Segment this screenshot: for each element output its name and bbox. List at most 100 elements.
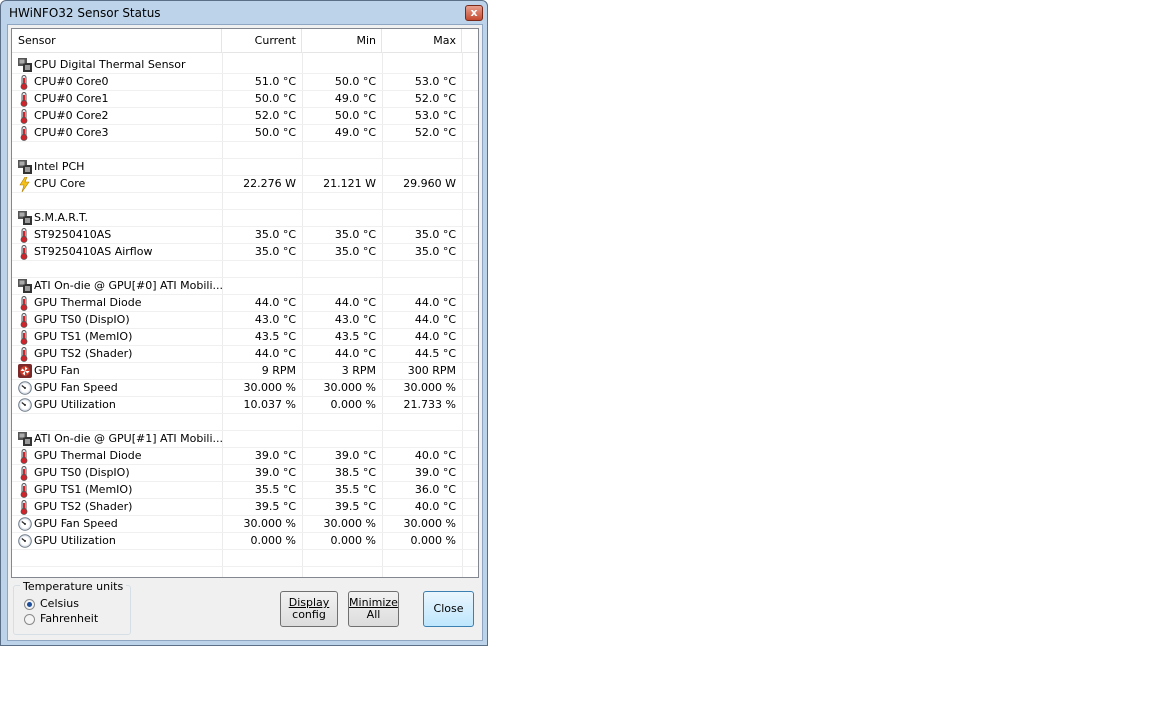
sensor-label: GPU TS2 (Shader) — [34, 500, 133, 513]
chip-icon — [18, 432, 32, 446]
column-header-sensor[interactable]: Sensor — [12, 29, 222, 52]
min-value: 39.5 °C — [334, 500, 376, 513]
sensor-reading-row[interactable]: GPU Fan Speed 30.000 % 30.000 % 30.000 % — [12, 516, 478, 533]
max-value: 29.960 W — [403, 177, 456, 190]
sensor-reading-row[interactable]: GPU TS0 (DispIO) 39.0 °C 38.5 °C 39.0 °C — [12, 465, 478, 482]
min-value: 35.5 °C — [334, 483, 376, 496]
title-bar[interactable]: HWiNFO32 Sensor Status x — [1, 1, 487, 25]
sensor-label: CPU#0 Core3 — [34, 126, 109, 139]
max-value: 35.0 °C — [414, 228, 456, 241]
min-value: 0.000 % — [330, 398, 376, 411]
gauge-icon — [18, 398, 32, 412]
sensor-reading-row[interactable]: GPU TS1 (MemIO) 35.5 °C 35.5 °C 36.0 °C — [12, 482, 478, 499]
sensor-reading-row[interactable]: CPU Core 22.276 W 21.121 W 29.960 W — [12, 176, 478, 193]
celsius-radio[interactable] — [24, 599, 35, 610]
chip-icon — [18, 279, 32, 293]
max-value: 53.0 °C — [414, 75, 456, 88]
sensor-reading-row[interactable]: GPU Fan 9 RPM 3 RPM 300 RPM — [12, 363, 478, 380]
thermometer-icon — [18, 92, 30, 107]
sensor-label: CPU#0 Core2 — [34, 109, 109, 122]
column-header-max[interactable]: Max — [382, 29, 462, 52]
sensor-list[interactable]: Sensor Current Min Max CPU Digital Therm… — [11, 28, 479, 578]
current-value: 9 RPM — [261, 364, 296, 377]
sensor-reading-row[interactable]: ST9250410AS Airflow 35.0 °C 35.0 °C 35.0 °C — [12, 244, 478, 261]
max-value: 35.0 °C — [414, 245, 456, 258]
sensor-reading-row[interactable]: CPU#0 Core3 50.0 °C 49.0 °C 52.0 °C — [12, 125, 478, 142]
fahrenheit-radio[interactable] — [24, 614, 35, 625]
sensor-group-row[interactable]: CPU Digital Thermal Sensor — [12, 57, 478, 74]
current-value: 43.5 °C — [254, 330, 296, 343]
sensor-reading-row[interactable]: ST9250410AS 35.0 °C 35.0 °C 35.0 °C — [12, 227, 478, 244]
celsius-label[interactable]: Celsius — [40, 597, 79, 610]
sensor-label: GPU TS2 (Shader) — [34, 347, 133, 360]
max-value: 300 RPM — [407, 364, 456, 377]
current-value: 0.000 % — [250, 534, 296, 547]
sensor-label: ST9250410AS — [34, 228, 112, 241]
sensor-label: GPU Utilization — [34, 534, 116, 547]
sensor-reading-row[interactable]: CPU#0 Core0 51.0 °C 50.0 °C 53.0 °C — [12, 74, 478, 91]
max-value: 39.0 °C — [414, 466, 456, 479]
close-button[interactable]: Close — [423, 591, 474, 627]
blank-row — [12, 142, 478, 159]
min-value: 39.0 °C — [334, 449, 376, 462]
sensor-label: GPU TS1 (MemIO) — [34, 330, 133, 343]
current-value: 50.0 °C — [254, 92, 296, 105]
max-value: 30.000 % — [403, 381, 456, 394]
sensor-label: GPU TS1 (MemIO) — [34, 483, 133, 496]
thermometer-icon — [18, 296, 30, 311]
sensor-label: GPU TS0 (DispIO) — [34, 466, 130, 479]
sensor-reading-row[interactable]: CPU#0 Core1 50.0 °C 49.0 °C 52.0 °C — [12, 91, 478, 108]
max-value: 21.733 % — [403, 398, 456, 411]
blank-row — [12, 193, 478, 210]
column-header-min[interactable]: Min — [302, 29, 382, 52]
min-value: 0.000 % — [330, 534, 376, 547]
max-value: 36.0 °C — [414, 483, 456, 496]
sensor-reading-row[interactable]: GPU TS2 (Shader) 39.5 °C 39.5 °C 40.0 °C — [12, 499, 478, 516]
min-value: 50.0 °C — [334, 109, 376, 122]
sensor-reading-row[interactable]: GPU Utilization 0.000 % 0.000 % 0.000 % — [12, 533, 478, 550]
sensor-reading-row[interactable]: GPU Fan Speed 30.000 % 30.000 % 30.000 % — [12, 380, 478, 397]
sensor-reading-row[interactable]: GPU Thermal Diode 39.0 °C 39.0 °C 40.0 °C — [12, 448, 478, 465]
min-value: 3 RPM — [341, 364, 376, 377]
sensor-label: CPU Core — [34, 177, 86, 190]
column-header-current[interactable]: Current — [222, 29, 302, 52]
sensor-reading-row[interactable]: CPU#0 Core2 52.0 °C 50.0 °C 53.0 °C — [12, 108, 478, 125]
sensor-label: GPU Fan Speed — [34, 381, 118, 394]
max-value: 44.5 °C — [414, 347, 456, 360]
sensor-reading-row[interactable]: GPU Utilization 10.037 % 0.000 % 21.733 % — [12, 397, 478, 414]
chip-icon — [18, 58, 32, 72]
current-value: 10.037 % — [243, 398, 296, 411]
temperature-units-title: Temperature units — [20, 580, 127, 593]
minimize-all-button[interactable]: Minimize All — [348, 591, 399, 627]
chip-icon — [18, 160, 32, 174]
thermometer-icon — [18, 109, 30, 124]
display-config-line2: config — [292, 608, 326, 621]
sensor-group-row[interactable]: ATI On-die @ GPU[#1] ATI Mobili... — [12, 431, 478, 448]
close-icon[interactable]: x — [465, 5, 483, 21]
current-value: 44.0 °C — [254, 347, 296, 360]
min-value: 43.0 °C — [334, 313, 376, 326]
blank-row — [12, 550, 478, 567]
sensor-label: CPU#0 Core1 — [34, 92, 109, 105]
selected-dot — [27, 602, 32, 607]
sensor-group-row[interactable]: Intel PCH — [12, 159, 478, 176]
gauge-icon — [18, 381, 32, 395]
blank-row — [12, 261, 478, 278]
display-config-button[interactable]: Display config — [280, 591, 338, 627]
sensor-reading-row[interactable]: GPU TS2 (Shader) 44.0 °C 44.0 °C 44.5 °C — [12, 346, 478, 363]
sensor-group-row[interactable]: S.M.A.R.T. — [12, 210, 478, 227]
min-value: 50.0 °C — [334, 75, 376, 88]
sensor-status-window: HWiNFO32 Sensor Status x Sensor Current … — [0, 0, 488, 646]
current-value: 35.0 °C — [254, 228, 296, 241]
fahrenheit-label[interactable]: Fahrenheit — [40, 612, 98, 625]
blank-row — [12, 414, 478, 431]
max-value: 40.0 °C — [414, 500, 456, 513]
sensor-reading-row[interactable]: GPU Thermal Diode 44.0 °C 44.0 °C 44.0 °C — [12, 295, 478, 312]
sensor-reading-row[interactable]: GPU TS0 (DispIO) 43.0 °C 43.0 °C 44.0 °C — [12, 312, 478, 329]
max-value: 52.0 °C — [414, 92, 456, 105]
sensor-label: ATI On-die @ GPU[#1] ATI Mobili... — [34, 432, 224, 445]
sensor-group-row[interactable]: ATI On-die @ GPU[#0] ATI Mobili... — [12, 278, 478, 295]
thermometer-icon — [18, 245, 30, 260]
min-value: 44.0 °C — [334, 296, 376, 309]
sensor-reading-row[interactable]: GPU TS1 (MemIO) 43.5 °C 43.5 °C 44.0 °C — [12, 329, 478, 346]
